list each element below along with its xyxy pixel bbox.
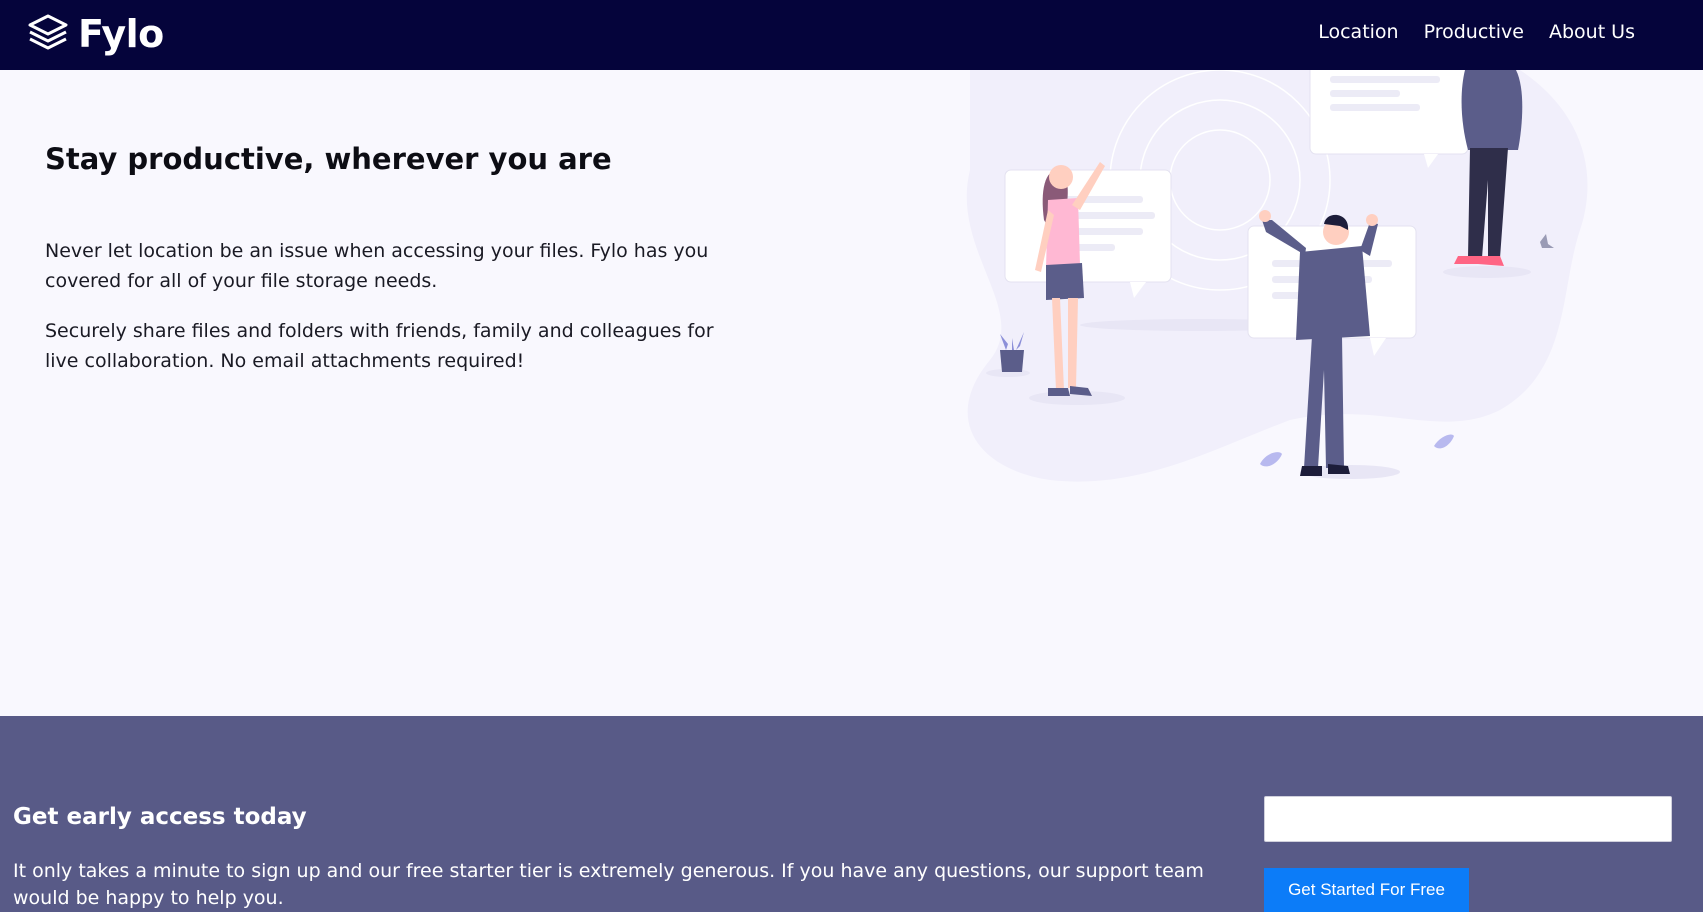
early-access-section: Get early access today It only takes a m… [0, 716, 1703, 912]
cta-title: Get early access today [13, 804, 307, 830]
top-navbar: Fylo Location Productive About Us [0, 0, 1703, 70]
people-collaborating-illustration [960, 59, 1620, 500]
brand-name: Fylo [78, 12, 164, 56]
nav-link-productive[interactable]: Productive [1424, 21, 1524, 43]
cta-text: It only takes a minute to sign up and ou… [13, 860, 1204, 909]
hero-title: Stay productive, wherever you are [45, 142, 612, 176]
hero-paragraph-sharing: Securely share files and folders with fr… [45, 320, 714, 372]
hero-paragraph-location: Never let location be an issue when acce… [45, 240, 709, 292]
layers-icon [26, 12, 70, 56]
get-started-button[interactable]: Get Started For Free [1264, 868, 1469, 912]
nav-link-about-us[interactable]: About Us [1549, 21, 1635, 43]
nav-link-location[interactable]: Location [1318, 21, 1398, 43]
brand-logo[interactable]: Fylo [26, 12, 164, 56]
main-nav: Location Productive About Us [1318, 0, 1635, 64]
email-field[interactable] [1264, 796, 1672, 842]
